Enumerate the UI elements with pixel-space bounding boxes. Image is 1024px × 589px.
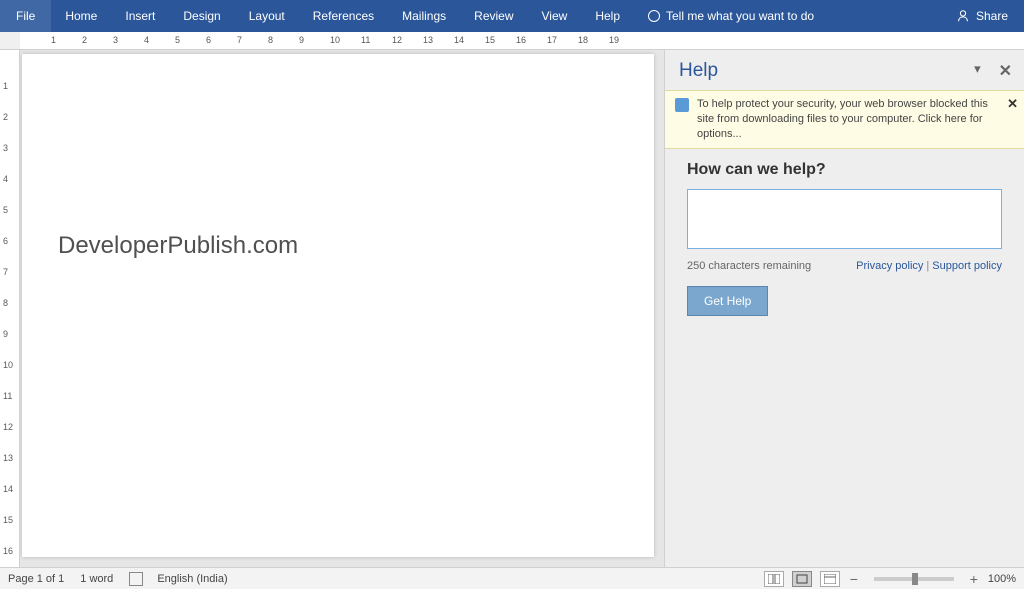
status-words[interactable]: 1 word — [80, 573, 113, 585]
help-panel-title: Help — [679, 60, 718, 82]
security-banner: To help protect your security, your web … — [665, 90, 1024, 149]
spellcheck-icon[interactable] — [129, 572, 143, 586]
ribbon-bar: File Home Insert Design Layout Reference… — [0, 0, 1024, 32]
main-area: 12345678910111213141516 DeveloperPublish… — [0, 50, 1024, 567]
horizontal-ruler[interactable]: 12345678910111213141516171819 — [0, 32, 1024, 50]
tell-me-search[interactable]: Tell me what you want to do — [634, 9, 814, 23]
tab-file[interactable]: File — [0, 0, 51, 32]
privacy-link[interactable]: Privacy policy — [856, 260, 923, 272]
zoom-level[interactable]: 100% — [988, 573, 1016, 585]
status-bar: Page 1 of 1 1 word English (India) − + 1… — [0, 567, 1024, 589]
link-separator: | — [926, 260, 929, 272]
tab-mailings[interactable]: Mailings — [388, 0, 460, 32]
tab-references[interactable]: References — [299, 0, 388, 32]
help-close-icon[interactable]: ✕ — [999, 61, 1012, 81]
document-pane: 12345678910111213141516 DeveloperPublish… — [0, 50, 664, 567]
print-layout-icon[interactable] — [792, 571, 812, 587]
zoom-in-button[interactable]: + — [968, 571, 980, 587]
help-question-label: How can we help? — [687, 161, 1002, 179]
document-area[interactable]: DeveloperPublish.com — [20, 50, 664, 567]
security-message: To help protect your security, your web … — [697, 97, 1014, 142]
help-body: How can we help? 250 characters remainin… — [665, 149, 1024, 328]
tab-review[interactable]: Review — [460, 0, 527, 32]
help-panel: Help ▾ ✕ To help protect your security, … — [664, 50, 1024, 567]
security-options-link[interactable]: here — [945, 113, 967, 125]
shield-icon — [675, 98, 689, 112]
share-icon — [956, 9, 970, 23]
support-link[interactable]: Support policy — [932, 260, 1002, 272]
status-page[interactable]: Page 1 of 1 — [8, 573, 64, 585]
get-help-button[interactable]: Get Help — [687, 286, 768, 316]
read-mode-icon[interactable] — [764, 571, 784, 587]
vertical-ruler[interactable]: 12345678910111213141516 — [0, 50, 20, 567]
tab-help[interactable]: Help — [581, 0, 634, 32]
help-dropdown-icon[interactable]: ▾ — [974, 61, 981, 81]
tab-home[interactable]: Home — [51, 0, 111, 32]
tab-insert[interactable]: Insert — [111, 0, 169, 32]
lightbulb-icon — [648, 10, 660, 22]
tab-design[interactable]: Design — [169, 0, 234, 32]
chars-remaining: 250 characters remaining — [687, 260, 811, 272]
page[interactable]: DeveloperPublish.com — [22, 54, 654, 557]
zoom-slider[interactable] — [874, 577, 954, 581]
status-language[interactable]: English (India) — [157, 573, 227, 585]
zoom-out-button[interactable]: − — [848, 571, 860, 587]
zoom-thumb[interactable] — [912, 573, 918, 585]
tab-view[interactable]: View — [528, 0, 582, 32]
web-layout-icon[interactable] — [820, 571, 840, 587]
tab-layout[interactable]: Layout — [235, 0, 299, 32]
document-text[interactable]: DeveloperPublish.com — [58, 232, 618, 260]
share-label: Share — [976, 9, 1008, 23]
security-close-icon[interactable]: ✕ — [1007, 95, 1018, 113]
share-button[interactable]: Share — [940, 0, 1024, 32]
help-input[interactable] — [687, 189, 1002, 249]
help-panel-header: Help ▾ ✕ — [665, 50, 1024, 90]
help-meta: 250 characters remaining Privacy policy|… — [687, 260, 1002, 272]
tell-me-label: Tell me what you want to do — [666, 9, 814, 23]
